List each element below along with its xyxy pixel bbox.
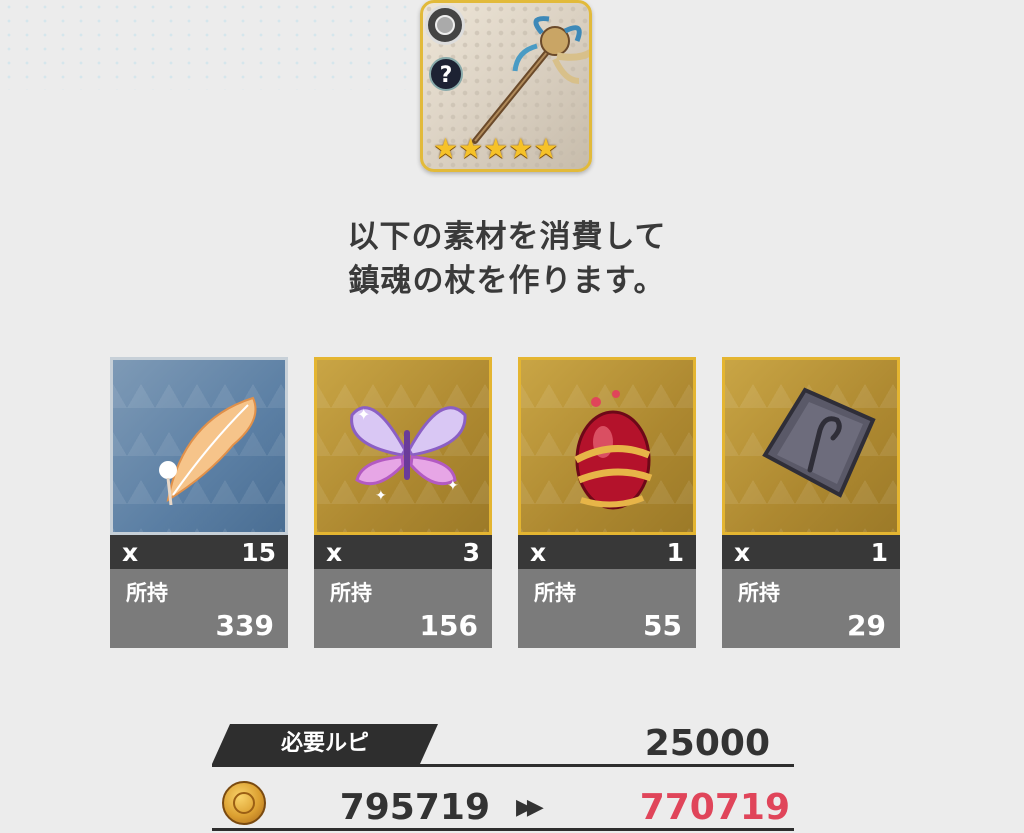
owned-box: 所持 156 bbox=[314, 569, 492, 648]
required-qty-row: x 1 bbox=[722, 535, 900, 569]
weapon-icon-tile[interactable]: ? ★★★★★ bbox=[420, 0, 592, 172]
rarity-stars: ★★★★★ bbox=[433, 132, 559, 165]
required-qty: 1 bbox=[666, 537, 684, 567]
fast-forward-arrow-icon: ▶▶ bbox=[516, 795, 544, 820]
instruction-line-2: 鎮魂の杖を作ります。 bbox=[348, 263, 666, 299]
material-slot-4[interactable]: x 1 所持 29 bbox=[722, 357, 900, 648]
qty-prefix: x bbox=[530, 537, 547, 567]
material-slot-3[interactable]: x 1 所持 55 bbox=[518, 357, 696, 648]
background-dots bbox=[0, 0, 420, 90]
owned-value: 55 bbox=[643, 609, 682, 642]
rupee-coin-icon bbox=[222, 781, 266, 825]
required-rupee-value: 25000 bbox=[644, 723, 770, 764]
svg-text:✦: ✦ bbox=[357, 405, 370, 424]
owned-box: 所持 55 bbox=[518, 569, 696, 648]
divider bbox=[212, 828, 794, 831]
qty-prefix: x bbox=[734, 537, 751, 567]
owned-value: 156 bbox=[419, 609, 478, 642]
stone-tablet-icon bbox=[762, 387, 876, 498]
instruction-line-1: 以下の素材を消費して bbox=[347, 219, 667, 255]
owned-label: 所持 bbox=[330, 581, 372, 605]
required-qty: 3 bbox=[462, 537, 480, 567]
qty-prefix: x bbox=[326, 537, 343, 567]
butterfly-icon: ✦ ✦ ✦ bbox=[350, 405, 467, 504]
red-egg-icon bbox=[574, 390, 653, 510]
required-qty-row: x 3 bbox=[314, 535, 492, 569]
material-tile[interactable]: ✦ ✦ ✦ bbox=[314, 357, 492, 535]
material-tile[interactable] bbox=[110, 357, 288, 535]
staff-icon bbox=[472, 16, 589, 144]
feather-icon bbox=[159, 396, 257, 506]
material-tile[interactable] bbox=[518, 357, 696, 535]
owned-box: 所持 29 bbox=[722, 569, 900, 648]
craft-instruction: 以下の素材を消費して 鎮魂の杖を作ります。 bbox=[0, 215, 1024, 303]
owned-box: 所持 339 bbox=[110, 569, 288, 648]
required-qty-row: x 1 bbox=[518, 535, 696, 569]
owned-label: 所持 bbox=[534, 581, 576, 605]
svg-text:✦: ✦ bbox=[375, 488, 387, 504]
qty-prefix: x bbox=[122, 537, 139, 567]
svg-text:✦: ✦ bbox=[447, 478, 459, 494]
material-slot-2[interactable]: ✦ ✦ ✦ x 3 所持 156 bbox=[314, 357, 492, 648]
required-qty: 15 bbox=[241, 537, 276, 567]
required-qty-row: x 15 bbox=[110, 535, 288, 569]
owned-label: 所持 bbox=[738, 581, 780, 605]
remaining-rupee-value: 770719 bbox=[639, 787, 790, 828]
material-tile[interactable] bbox=[722, 357, 900, 535]
current-rupee-value: 795719 bbox=[339, 787, 490, 828]
owned-label: 所持 bbox=[126, 581, 168, 605]
owned-value: 339 bbox=[215, 609, 274, 642]
divider bbox=[212, 764, 794, 767]
material-slot-1[interactable]: x 15 所持 339 bbox=[110, 357, 288, 648]
required-qty: 1 bbox=[870, 537, 888, 567]
required-rupee-label: 必要ルピ bbox=[212, 724, 438, 764]
owned-value: 29 bbox=[847, 609, 886, 642]
